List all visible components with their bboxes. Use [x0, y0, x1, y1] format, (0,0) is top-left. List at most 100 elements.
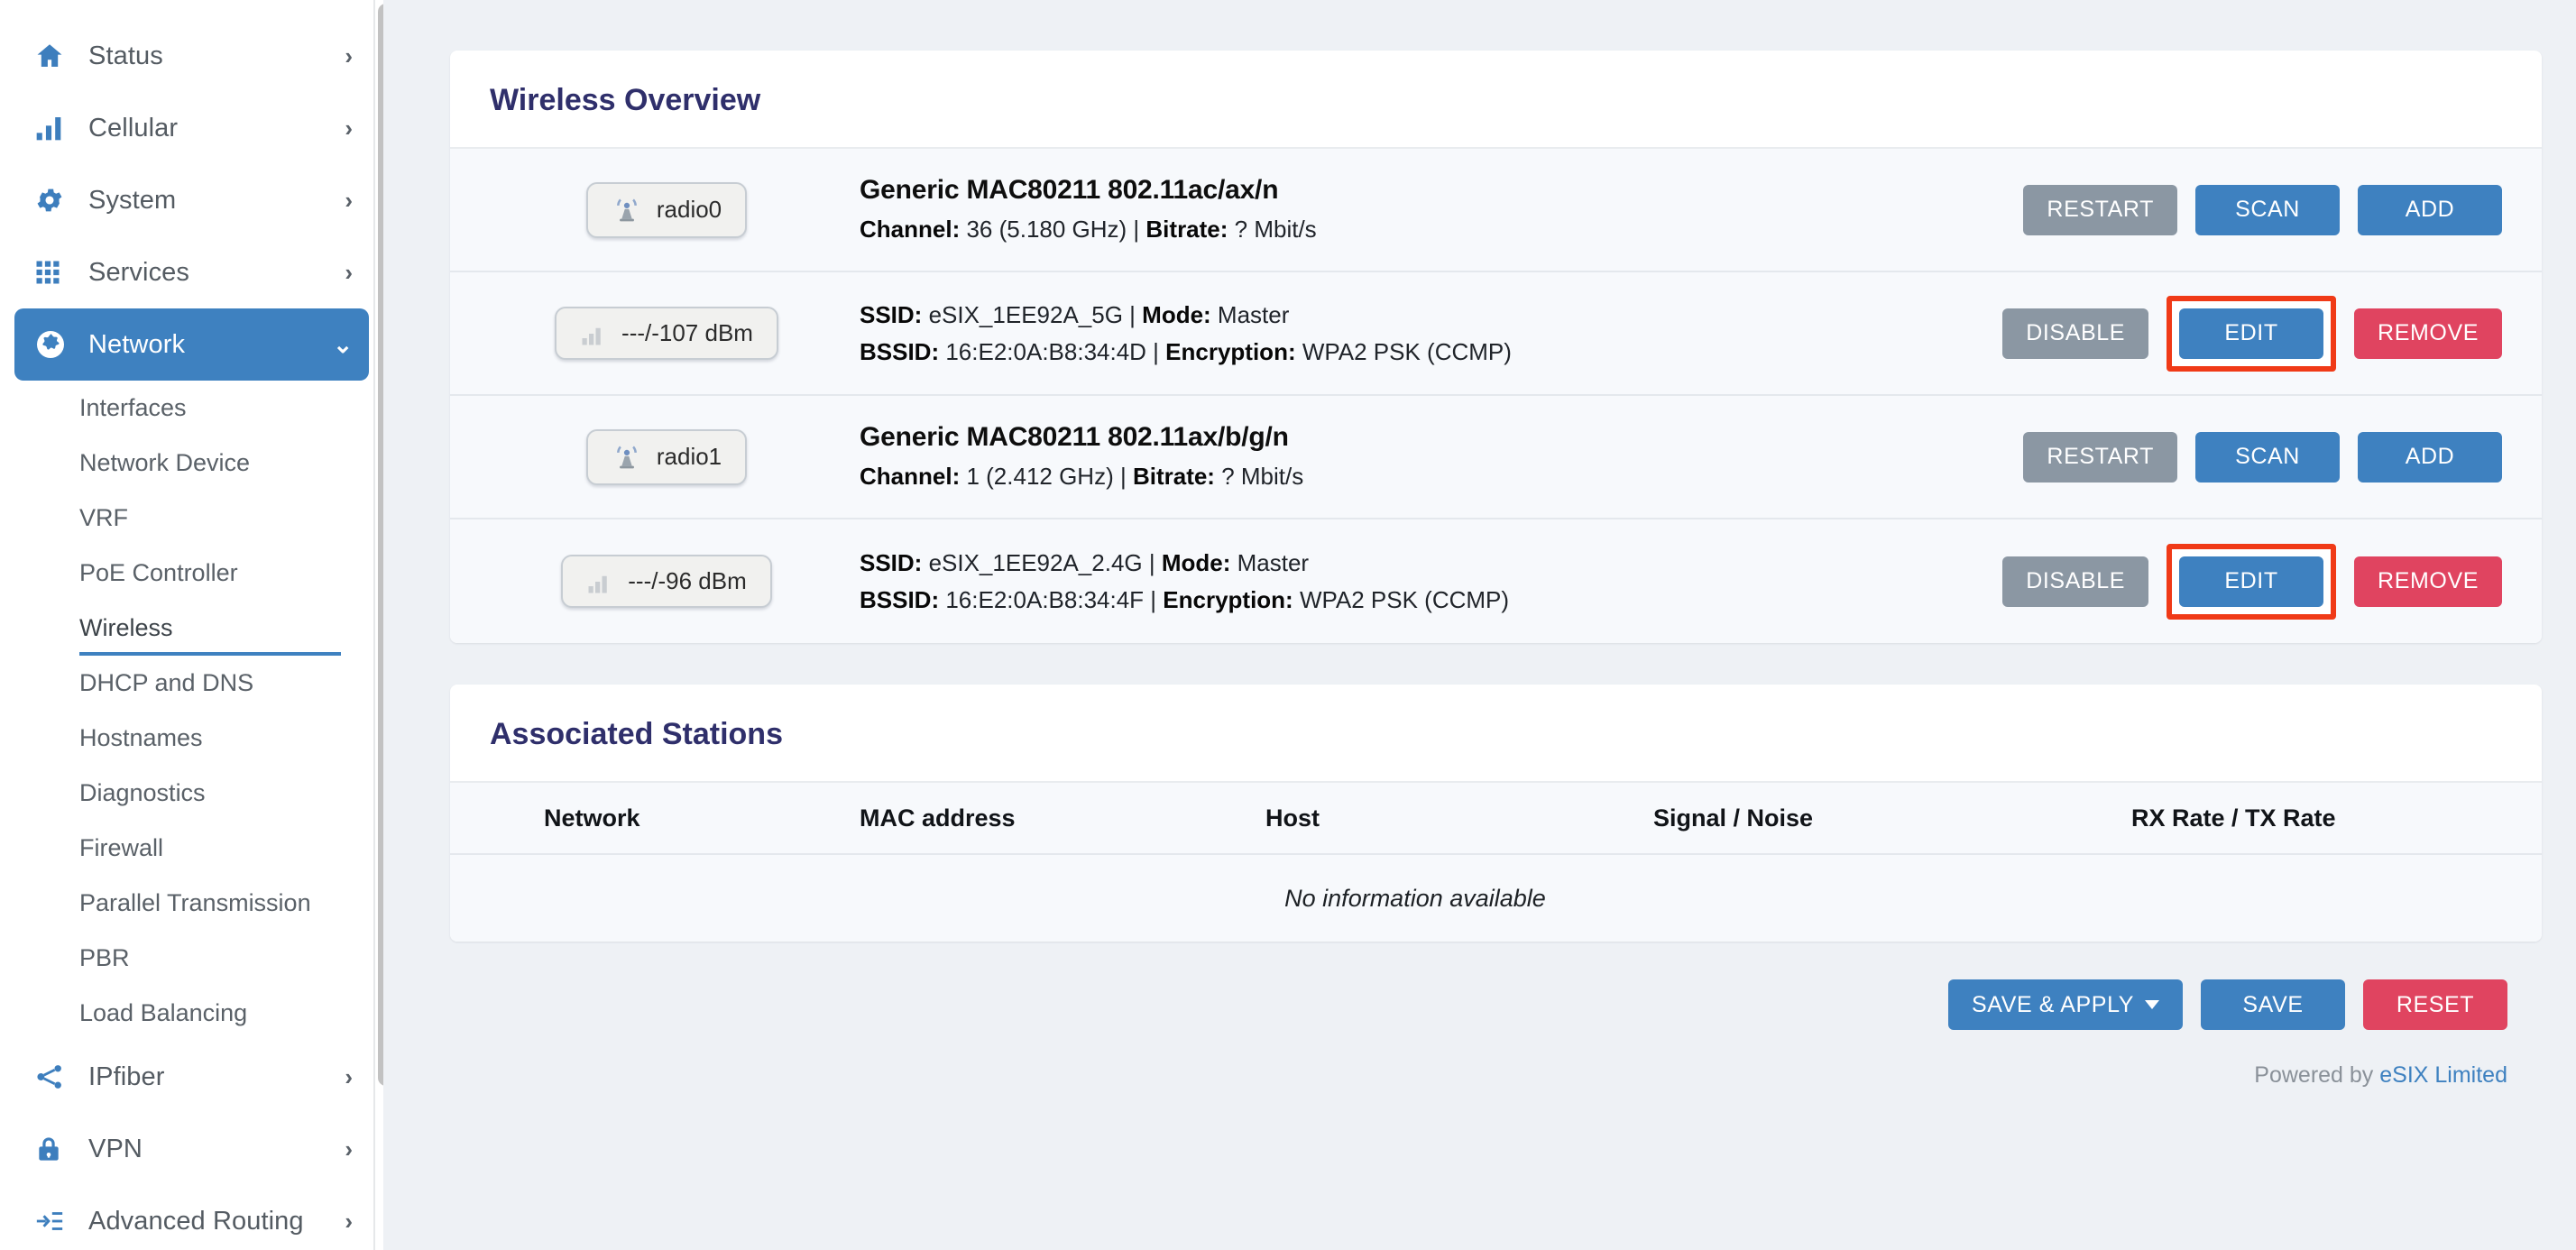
bssid-line: BSSID: 16:E2:0A:B8:34:4D | Encryption: W…: [860, 334, 2002, 370]
chevron-right-icon: ›: [345, 1063, 353, 1090]
sidebar-subitem-interfaces[interactable]: Interfaces: [0, 381, 383, 436]
save-and-apply-button[interactable]: SAVE & APPLY: [1948, 979, 2183, 1030]
page-title: Wireless Overview: [450, 51, 2542, 149]
powered-by-link[interactable]: eSIX Limited: [2379, 1062, 2507, 1088]
sidebar-item-services[interactable]: Services ›: [14, 236, 369, 308]
save-button[interactable]: SAVE: [2201, 979, 2345, 1030]
channel-label: Channel:: [860, 216, 961, 244]
iface-5g-actions: DISABLE EDIT REMOVE: [2002, 295, 2502, 372]
mode-label: Mode:: [1142, 301, 1211, 329]
encryption-value: WPA2 PSK (CCMP): [1295, 337, 1512, 365]
restart-button[interactable]: RESTART: [2023, 431, 2177, 483]
signal-badge-24g[interactable]: ---/-96 dBm: [561, 555, 772, 608]
sidebar-item-label: Advanced Routing: [88, 1206, 304, 1236]
powered-by: Powered by eSIX Limited: [450, 1030, 2542, 1089]
powered-by-prefix: Powered by: [2254, 1062, 2380, 1088]
radio-badge-radio1[interactable]: radio1: [585, 428, 748, 485]
radio-info: Generic MAC80211 802.11ax/b/g/n Channel:…: [856, 419, 2023, 495]
sidebar-subitem-poe-controller[interactable]: PoE Controller: [0, 546, 383, 601]
reset-button[interactable]: RESET: [2363, 979, 2507, 1030]
bssid-value: 16:E2:0A:B8:34:4D |: [939, 337, 1166, 365]
sidebar-item-label: Network: [88, 329, 186, 359]
sidebar-scrollbar[interactable]: [373, 0, 383, 1250]
sidebar-subitem-label: Wireless: [79, 614, 173, 641]
sidebar-network-submenu: Interfaces Network Device VRF PoE Contro…: [0, 381, 383, 1041]
encryption-label: Encryption:: [1163, 585, 1293, 613]
sidebar-subitem-dhcp-and-dns[interactable]: DHCP and DNS: [0, 656, 383, 711]
encryption-label: Encryption:: [1165, 337, 1296, 365]
disable-button[interactable]: DISABLE: [2002, 556, 2149, 607]
iface-24g-actions: DISABLE EDIT REMOVE: [2002, 543, 2502, 620]
badge-cell: radio0: [477, 181, 856, 238]
sidebar-subitem-pbr[interactable]: PBR: [0, 931, 383, 986]
bitrate-value: ? Mbit/s: [1228, 216, 1317, 244]
route-in-icon: [34, 1206, 76, 1236]
sidebar-subitem-parallel-transmission[interactable]: Parallel Transmission: [0, 876, 383, 931]
ssid-value: eSIX_1EE92A_2.4G |: [922, 549, 1162, 577]
sidebar-item-advanced-routing[interactable]: Advanced Routing ›: [14, 1185, 369, 1250]
bssid-value: 16:E2:0A:B8:34:4F |: [939, 585, 1164, 613]
sidebar-subitem-firewall[interactable]: Firewall: [0, 821, 383, 876]
remove-button[interactable]: REMOVE: [2354, 556, 2502, 607]
sidebar-item-label: Services: [88, 257, 189, 287]
associated-stations-title: Associated Stations: [450, 685, 2542, 783]
sidebar-subitem-vrf[interactable]: VRF: [0, 491, 383, 546]
sidebar-item-label: VPN: [88, 1134, 143, 1163]
radio-detail-line: Channel: 36 (5.180 GHz) | Bitrate: ? Mbi…: [860, 212, 2023, 247]
associated-stations-header-row: Network MAC address Host Signal / Noise …: [450, 783, 2542, 855]
radio-badge-label: radio1: [656, 443, 722, 470]
sidebar-item-label: System: [88, 185, 177, 215]
signal-bars-icon: [580, 320, 607, 347]
associated-stations-card: Associated Stations Network MAC address …: [450, 685, 2542, 942]
sidebar-subitem-load-balancing[interactable]: Load Balancing: [0, 986, 383, 1041]
app-root: Status › Cellular › System › Services › …: [0, 0, 2576, 1250]
bssid-label: BSSID:: [860, 585, 940, 613]
sidebar-item-system[interactable]: System ›: [14, 164, 369, 236]
iface-info-24g: SSID: eSIX_1EE92A_2.4G | Mode: Master BS…: [856, 545, 2002, 618]
ssid-line: SSID: eSIX_1EE92A_2.4G | Mode: Master: [860, 545, 2002, 581]
gear-icon: [34, 185, 76, 216]
sidebar-subitem-network-device[interactable]: Network Device: [0, 436, 383, 491]
badge-cell: radio1: [477, 428, 856, 485]
sidebar-scrollbar-thumb[interactable]: [378, 4, 383, 1086]
add-button[interactable]: ADD: [2358, 431, 2502, 483]
mode-value: Master: [1210, 301, 1290, 329]
sidebar-subitem-wireless[interactable]: Wireless: [0, 601, 383, 656]
sidebar-item-status[interactable]: Status ›: [14, 20, 369, 92]
radio0-actions: RESTART SCAN ADD: [2023, 184, 2502, 235]
add-button[interactable]: ADD: [2358, 184, 2502, 235]
scan-button[interactable]: SCAN: [2195, 184, 2340, 235]
channel-label: Channel:: [860, 463, 961, 491]
edit-button[interactable]: EDIT: [2179, 556, 2324, 607]
wifi-tower-icon: [612, 442, 642, 473]
edit-button[interactable]: EDIT: [2179, 308, 2324, 359]
sidebar-item-cellular[interactable]: Cellular ›: [14, 92, 369, 164]
wireless-row-radio1: radio1 Generic MAC80211 802.11ax/b/g/n C…: [450, 396, 2542, 519]
bssid-label: BSSID:: [860, 337, 940, 365]
restart-button[interactable]: RESTART: [2023, 184, 2177, 235]
signal-bars-icon: [586, 568, 613, 595]
encryption-value: WPA2 PSK (CCMP): [1293, 585, 1510, 613]
sidebar-subitem-hostnames[interactable]: Hostnames: [0, 711, 383, 766]
chevron-right-icon: ›: [345, 1208, 353, 1235]
sidebar-item-network[interactable]: Network ⌄: [14, 308, 369, 381]
radio-badge-radio0[interactable]: radio0: [585, 181, 748, 238]
scan-button[interactable]: SCAN: [2195, 431, 2340, 483]
bitrate-value: ? Mbit/s: [1214, 463, 1304, 491]
ssid-value: eSIX_1EE92A_5G |: [922, 301, 1143, 329]
sidebar-item-ipfiber[interactable]: IPfiber ›: [14, 1041, 369, 1113]
sidebar-subitem-label: PBR: [79, 944, 130, 971]
bar-chart-icon: [34, 114, 76, 142]
sidebar-subitem-label: DHCP and DNS: [79, 669, 254, 696]
remove-button[interactable]: REMOVE: [2354, 308, 2502, 359]
caret-down-icon: [2145, 1000, 2159, 1009]
mode-value: Master: [1230, 549, 1310, 577]
sidebar-subitem-label: Interfaces: [79, 394, 187, 421]
sidebar-subitem-diagnostics[interactable]: Diagnostics: [0, 766, 383, 821]
sidebar-item-vpn[interactable]: VPN ›: [14, 1113, 369, 1185]
share-icon: [34, 1062, 76, 1092]
radio-info: Generic MAC80211 802.11ac/ax/n Channel: …: [856, 172, 2023, 248]
chevron-right-icon: ›: [345, 115, 353, 142]
disable-button[interactable]: DISABLE: [2002, 308, 2149, 359]
signal-badge-5g[interactable]: ---/-107 dBm: [555, 307, 778, 360]
